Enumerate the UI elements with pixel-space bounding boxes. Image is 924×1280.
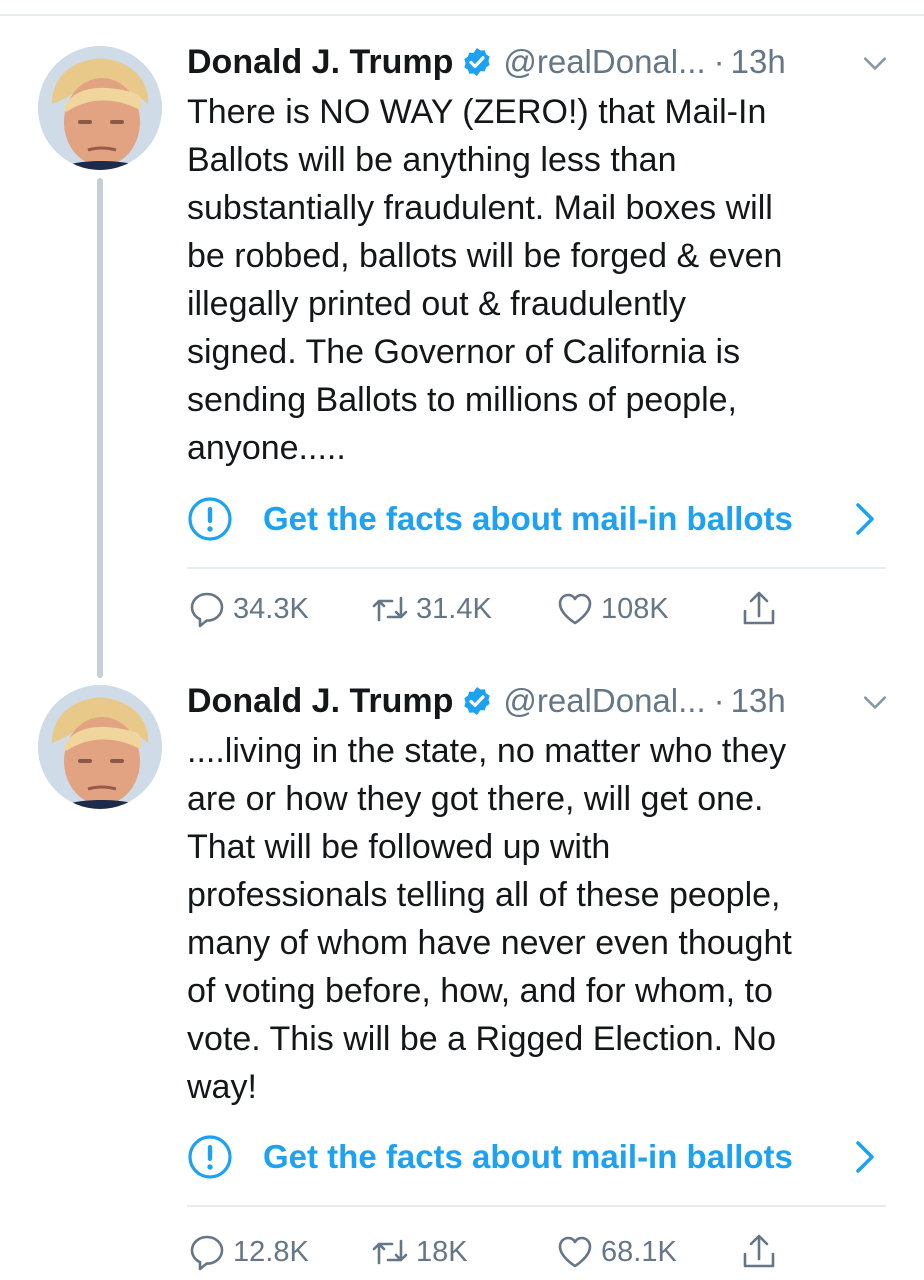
retweet-count: 18K (416, 1235, 468, 1268)
separator-dot: · (713, 43, 725, 80)
chevron-down-icon[interactable] (862, 689, 888, 715)
exclamation-circle-icon (188, 1135, 232, 1179)
chevron-down-icon[interactable] (862, 50, 888, 76)
retweet-count: 31.4K (416, 592, 492, 625)
like-button[interactable]: 68.1K (555, 1227, 677, 1277)
heart-icon (558, 1236, 592, 1268)
tweet-header: Donald J. Trump @realDonal... · 13h (187, 40, 902, 84)
like-button[interactable]: 108K (555, 584, 669, 634)
avatar-portrait-icon (38, 685, 162, 809)
tweet-text: There is NO WAY (ZERO!) that Mail-In Bal… (187, 93, 783, 467)
display-name[interactable]: Donald J. Trump (187, 43, 453, 82)
timestamp[interactable]: 13h (731, 682, 786, 720)
chevron-right-icon (856, 503, 874, 535)
tweet-header: Donald J. Trump @realDonal... · 13h (187, 679, 902, 723)
fact-check-link[interactable]: Get the facts about mail-in ballots (187, 1131, 887, 1183)
heart-icon (558, 593, 592, 625)
separator-dot: · (713, 682, 725, 719)
tweet-text: ....living in the state, no matter who t… (187, 732, 792, 1106)
like-count: 68.1K (601, 1235, 677, 1268)
reply-count: 12.8K (233, 1235, 309, 1268)
share-icon (743, 1234, 775, 1268)
fact-check-link[interactable]: Get the facts about mail-in ballots (187, 493, 887, 545)
user-handle[interactable]: @realDonal... (503, 43, 705, 81)
avatar-portrait-icon (38, 46, 162, 170)
reply-icon (190, 1235, 224, 1271)
avatar[interactable] (38, 685, 162, 809)
display-name[interactable]: Donald J. Trump (187, 682, 453, 721)
chevron-right-icon (856, 1141, 874, 1173)
reply-button[interactable]: 34.3K (187, 584, 309, 634)
action-divider (187, 567, 886, 569)
exclamation-circle-icon (188, 497, 232, 541)
user-handle[interactable]: @realDonal... (503, 682, 705, 720)
share-button[interactable] (739, 584, 779, 634)
share-button[interactable] (739, 1227, 779, 1277)
reply-count: 34.3K (233, 592, 309, 625)
reply-button[interactable]: 12.8K (187, 1227, 309, 1277)
verified-badge-icon (464, 687, 491, 715)
tweet-actions: 34.3K 31.4K 108K (187, 584, 887, 634)
thread-connector-line (97, 178, 103, 678)
retweet-icon (372, 596, 408, 622)
fact-check-label: Get the facts about mail-in ballots (263, 1138, 793, 1175)
share-icon (743, 591, 775, 625)
tweet-actions: 12.8K 18K 68.1K (187, 1227, 887, 1277)
top-divider (0, 14, 924, 16)
avatar[interactable] (38, 46, 162, 170)
like-count: 108K (601, 592, 669, 625)
action-divider (187, 1205, 886, 1207)
retweet-button[interactable]: 18K (370, 1227, 468, 1277)
reply-icon (190, 592, 224, 628)
timestamp[interactable]: 13h (731, 43, 786, 81)
retweet-icon (372, 1239, 408, 1265)
verified-badge-icon (464, 48, 491, 76)
retweet-button[interactable]: 31.4K (370, 584, 492, 634)
fact-check-label: Get the facts about mail-in ballots (263, 500, 793, 537)
